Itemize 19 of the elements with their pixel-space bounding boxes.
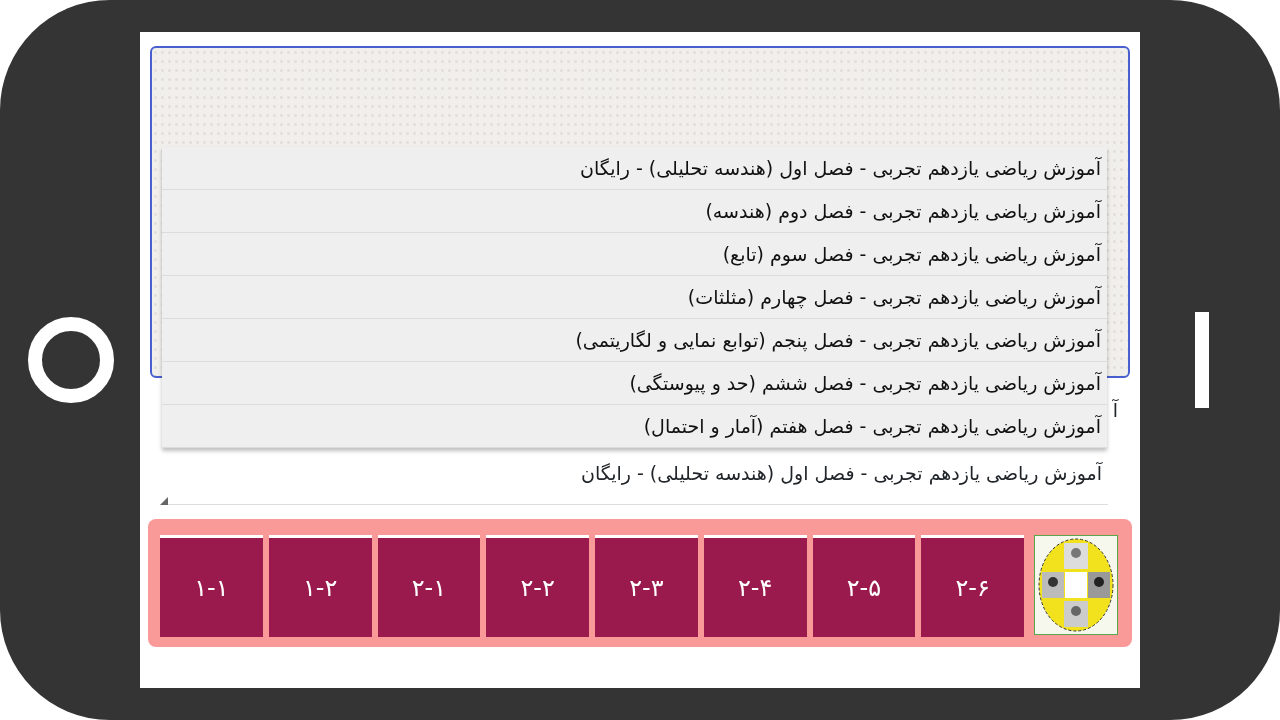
lesson-button[interactable]: ۲-۱ xyxy=(377,535,481,637)
resize-grip-icon xyxy=(160,497,168,505)
lesson-button[interactable]: ۱-۱ xyxy=(160,535,263,637)
dropdown-option[interactable]: آموزش ریاضی یازدهم تجربی - فصل پنجم (توابع نمایی و لگاریتمی) xyxy=(162,319,1107,362)
lesson-button[interactable]: ۲-۲ xyxy=(486,535,589,637)
lesson-button[interactable]: ۲-۳ xyxy=(595,535,698,637)
dropdown-option[interactable]: آموزش ریاضی یازدهم تجربی - فصل ششم (حد و پیوستگی) xyxy=(162,362,1107,405)
home-button[interactable] xyxy=(28,317,114,403)
field-label: آ xyxy=(1112,398,1118,423)
dropdown-option[interactable]: آموزش ریاضی یازدهم تجربی - فصل چهارم (مثلثات) xyxy=(162,276,1107,319)
select-field[interactable]: آموزش ریاضی یازدهم تجربی - فصل اول (هندسه تحلیلی) - رایگان xyxy=(162,453,1108,505)
lesson-button[interactable]: ۲-۴ xyxy=(703,535,807,637)
dropdown-option[interactable]: آموزش ریاضی یازدهم تجربی - فصل هفتم (آمار و احتمال) xyxy=(162,405,1107,448)
lesson-button[interactable]: ۲-۵ xyxy=(812,535,916,637)
lesson-button[interactable]: ۱-۲ xyxy=(268,535,372,637)
lesson-button[interactable]: ۲-۶ xyxy=(921,535,1024,637)
dropdown-option[interactable]: آموزش ریاضی یازدهم تجربی - فصل دوم (هندسه) xyxy=(162,190,1107,233)
dropdown-option[interactable]: آموزش ریاضی یازدهم تجربی - فصل سوم (تابع) xyxy=(162,233,1107,276)
dropdown-option[interactable]: آموزش ریاضی یازدهم تجربی - فصل اول (هندسه تحلیلی) - رایگان xyxy=(162,147,1107,190)
